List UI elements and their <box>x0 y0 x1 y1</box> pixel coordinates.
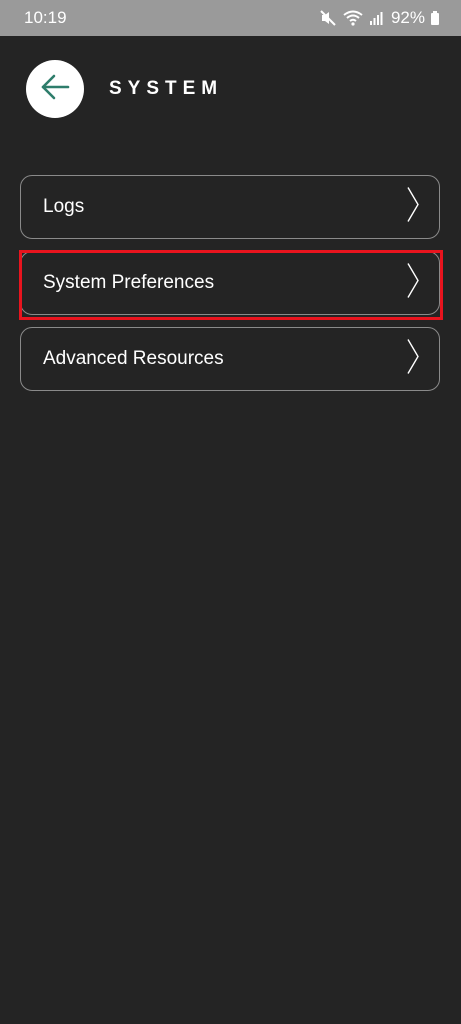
menu-item-label: System Preferences <box>43 272 215 293</box>
menu-item-system-preferences[interactable]: System Preferences <box>20 251 440 315</box>
status-icons: 92% <box>319 8 439 28</box>
menu-item-logs[interactable]: Logs <box>20 175 440 239</box>
signal-icon <box>369 11 383 25</box>
mute-icon <box>319 9 337 27</box>
wifi-icon <box>343 10 363 26</box>
chevron-right-icon <box>407 263 419 304</box>
status-bar: 10:19 92% <box>0 0 461 36</box>
chevron-right-icon <box>407 339 419 380</box>
battery-icon <box>431 11 439 25</box>
status-time: 10:19 <box>24 8 67 27</box>
arrow-left-icon <box>39 73 71 106</box>
menu-item-label: Logs <box>43 196 85 217</box>
battery-percent: 92% <box>390 8 425 27</box>
page-title: SYSTEM <box>109 78 224 99</box>
header: SYSTEM <box>26 60 223 118</box>
menu-item-label: Advanced Resources <box>43 348 224 369</box>
back-button[interactable] <box>26 60 84 118</box>
menu-item-advanced-resources[interactable]: Advanced Resources <box>20 327 440 391</box>
settings-menu: Logs System Preferences Advanced Resourc… <box>20 175 440 403</box>
chevron-right-icon <box>407 187 419 228</box>
